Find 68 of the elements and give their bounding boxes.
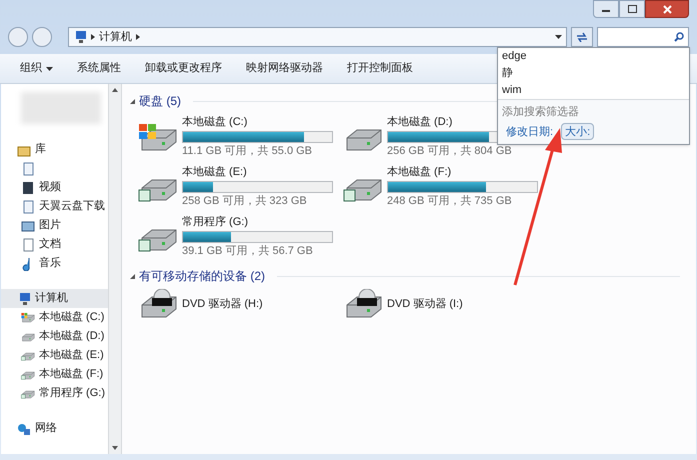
maximize-button[interactable] — [619, 0, 645, 18]
hard-drive-icon — [21, 388, 35, 399]
computer-icon — [73, 30, 87, 44]
minimize-button[interactable] — [593, 0, 619, 18]
dropdown-caret-icon — [555, 35, 562, 39]
breadcrumb-item[interactable]: 计算机 — [99, 28, 132, 46]
collapse-triangle-icon[interactable] — [130, 98, 135, 104]
toolbar-button[interactable]: 映射网络驱动器 — [246, 60, 323, 77]
nav-item[interactable]: 文档 — [1, 235, 108, 254]
nav-item[interactable]: 常用程序 (G:) — [1, 384, 108, 403]
drive-name[interactable]: DVD 驱动器 (I:) — [387, 296, 463, 312]
search-icon — [674, 32, 684, 42]
nav-item[interactable]: 本地磁盘 (F:) — [1, 365, 108, 384]
refresh-icon — [576, 32, 588, 42]
nav-item[interactable]: 视频 — [1, 178, 108, 197]
group-heading: 硬盘 (5) — [139, 93, 181, 110]
maximize-icon — [628, 5, 636, 13]
address-field[interactable]: 计算机 — [68, 27, 567, 47]
document-icon — [21, 162, 35, 176]
drive-space: 39.1 GB 可用，共 56.7 GB — [182, 244, 314, 258]
hard-drive-icon — [21, 312, 35, 323]
refresh-button[interactable] — [571, 27, 593, 47]
nav-item[interactable]: 库 — [1, 140, 108, 159]
network-icon — [17, 422, 31, 436]
drive-name[interactable]: 本地磁盘 (E:) — [182, 164, 333, 180]
picture-icon — [21, 218, 35, 232]
drive-space: 258 GB 可用，共 323 GB — [182, 194, 308, 208]
computer-icon — [17, 292, 31, 306]
hard-drive-icon — [138, 122, 178, 152]
close-icon — [662, 4, 672, 14]
hard-drive-icon — [21, 350, 35, 361]
drive-name[interactable]: 本地磁盘 (C:) — [182, 114, 333, 130]
search-filter-link[interactable]: 修改日期: — [502, 122, 558, 140]
group-heading: 有可移动存储的设备 (2) — [139, 268, 265, 285]
toolbar-button[interactable]: 卸载或更改程序 — [145, 60, 222, 77]
collapse-triangle-icon[interactable] — [130, 274, 135, 278]
filter-heading: 添加搜索筛选器 — [502, 104, 580, 120]
toolbar-button[interactable]: 组织 — [20, 60, 53, 77]
nav-item[interactable]: 本地磁盘 (D:) — [1, 327, 108, 346]
nav-item[interactable]: 网络 — [1, 419, 108, 438]
chevron-right-icon — [91, 34, 95, 40]
drive-name[interactable]: 本地磁盘 (F:) — [387, 164, 538, 180]
toolbar-button[interactable]: 打开控制面板 — [347, 60, 413, 77]
search-filter-link[interactable]: 大小: — [561, 122, 594, 140]
search-suggestion[interactable]: edge — [498, 48, 689, 65]
nav-item[interactable]: 计算机 — [1, 289, 108, 308]
close-button[interactable] — [645, 0, 689, 18]
drive-name[interactable]: 常用程序 (G:) — [182, 214, 333, 230]
drive-space: 256 GB 可用，共 804 GB — [387, 144, 513, 158]
document-icon — [21, 200, 35, 214]
nav-item[interactable]: 本地磁盘 (E:) — [1, 346, 108, 365]
search-field[interactable] — [597, 27, 689, 47]
search-suggestion[interactable]: 静 — [498, 65, 689, 82]
hard-drive-icon — [21, 331, 35, 342]
chevron-right-icon — [136, 34, 140, 40]
nav-item[interactable]: 本地磁盘 (C:) — [1, 308, 108, 327]
drive-space: 248 GB 可用，共 735 GB — [387, 194, 513, 208]
drive-name[interactable]: DVD 驱动器 (H:) — [182, 296, 263, 312]
scroll-down-icon — [112, 446, 118, 450]
search-suggestion[interactable]: wim — [498, 82, 689, 99]
nav-item[interactable]: 图片 — [1, 216, 108, 235]
scrollbar[interactable] — [108, 84, 122, 454]
toolbar-button[interactable]: 系统属性 — [77, 60, 121, 77]
nav-item[interactable]: 天翼云盘下载 — [1, 197, 108, 216]
drive-space: 11.1 GB 可用，共 55.0 GB — [182, 144, 314, 158]
hard-drive-icon — [21, 369, 35, 380]
nav-item[interactable]: 音乐 — [1, 254, 108, 273]
scroll-up-icon — [112, 88, 118, 92]
